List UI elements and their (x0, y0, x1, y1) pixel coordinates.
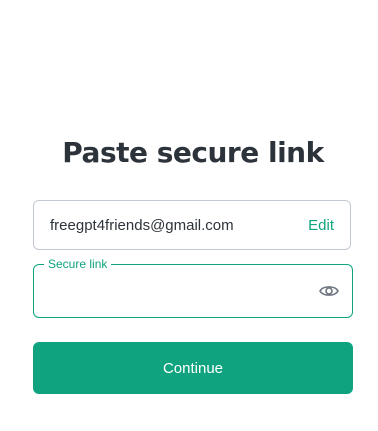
email-value: freegpt4friends@gmail.com (50, 216, 234, 234)
email-display-field: freegpt4friends@gmail.com Edit (33, 200, 351, 250)
eye-icon[interactable] (318, 281, 340, 301)
secure-link-label: Secure link (44, 256, 112, 272)
edit-email-link[interactable]: Edit (308, 217, 334, 234)
secure-link-input[interactable] (48, 277, 298, 305)
page-title: Paste secure link (62, 136, 324, 169)
continue-button[interactable]: Continue (33, 342, 353, 394)
secure-link-field[interactable]: Secure link (33, 256, 353, 318)
